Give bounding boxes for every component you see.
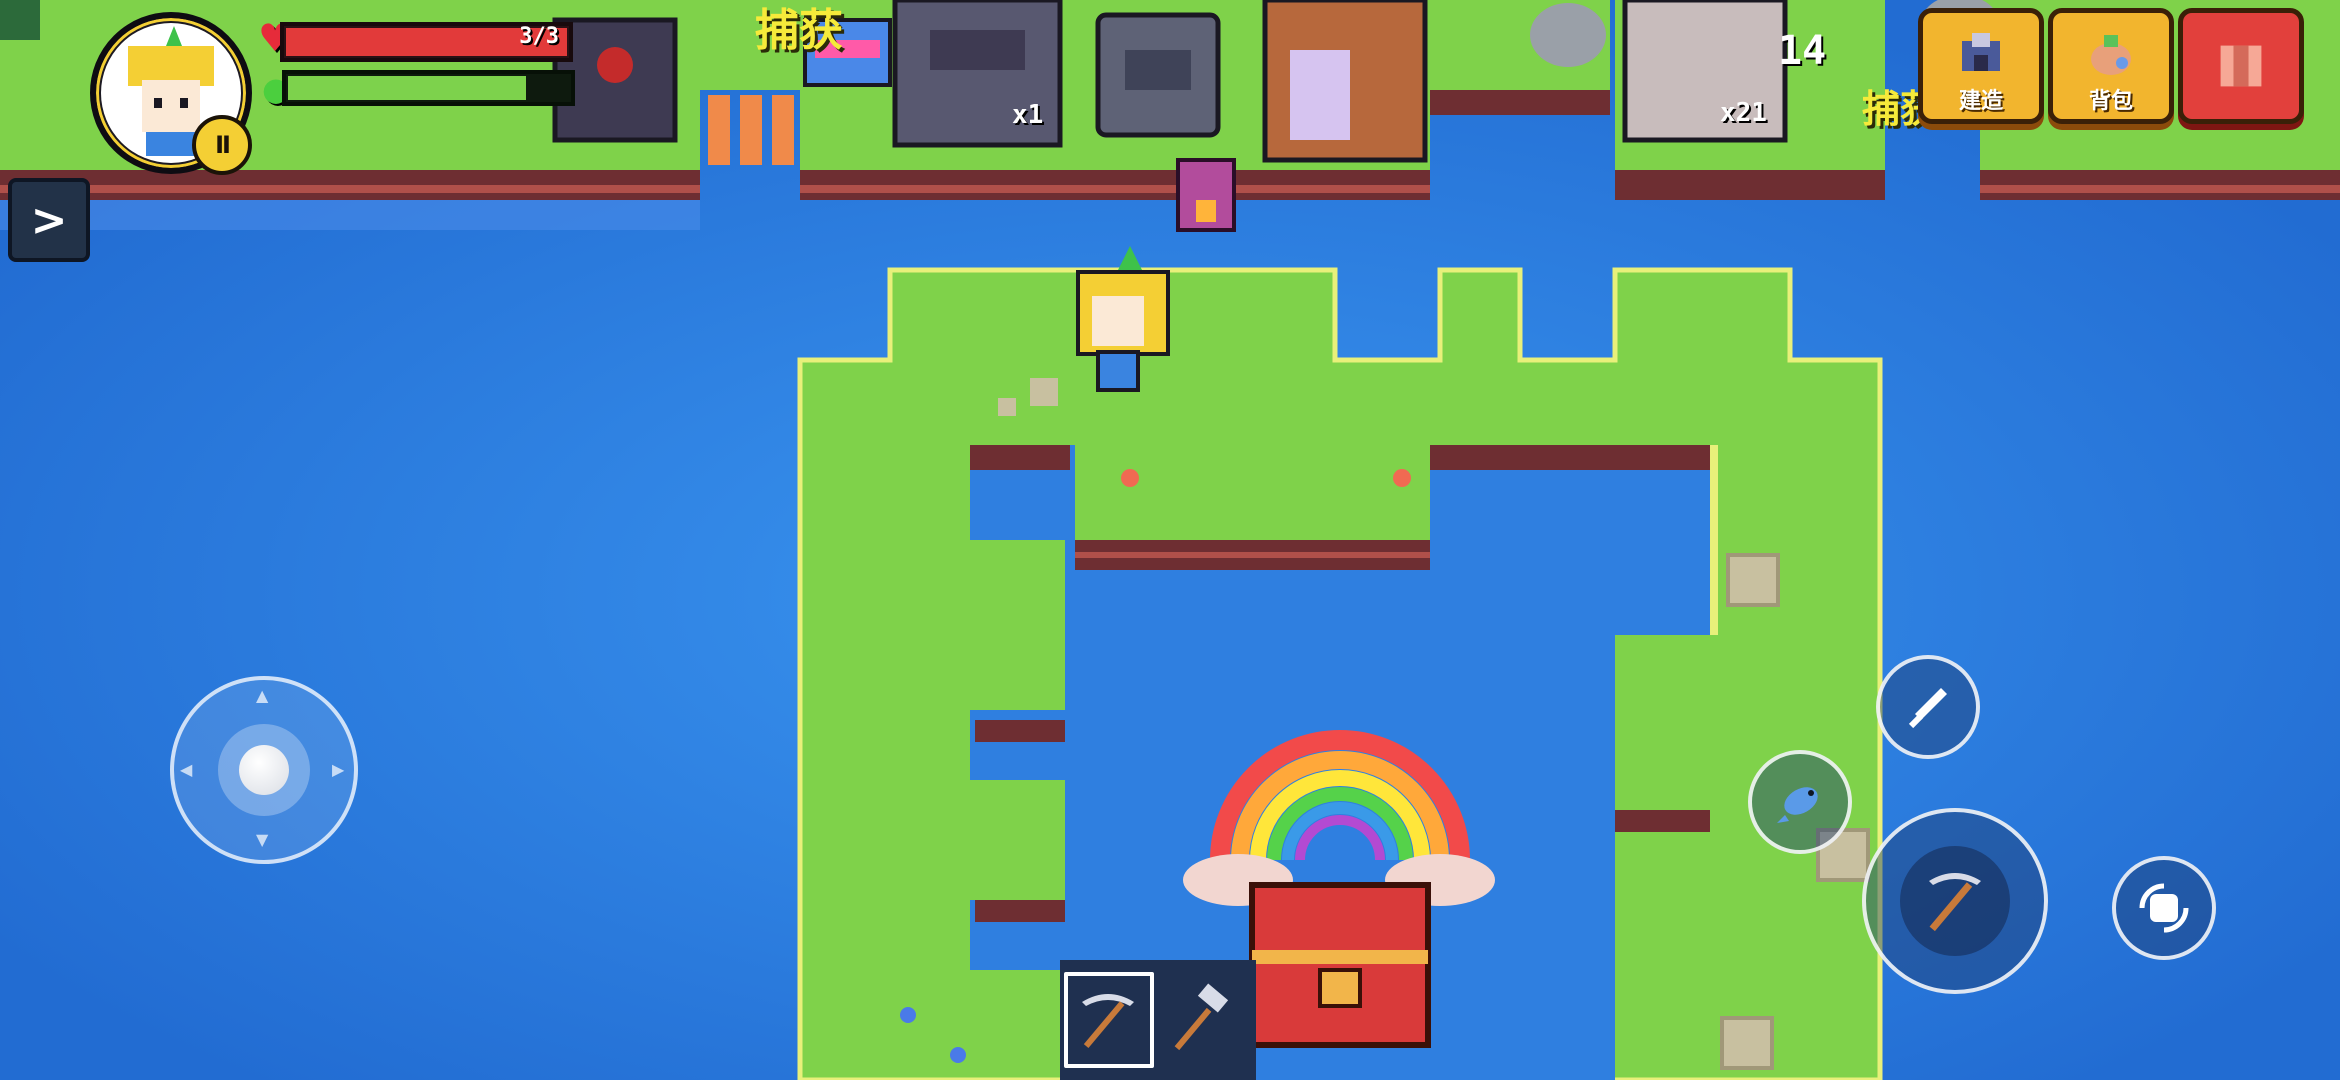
treasure-chest xyxy=(1249,882,1431,1048)
use-tool-button[interactable] xyxy=(1862,808,2048,994)
joystick-down-arrow-icon: ▼ xyxy=(256,830,269,849)
bridge xyxy=(708,95,794,165)
energy-bar xyxy=(282,70,575,106)
build-icon xyxy=(1962,33,2000,71)
sword-icon xyxy=(1908,688,1947,729)
hotbar-slot-hammer[interactable] xyxy=(1160,972,1250,1068)
build-button[interactable]: 建造 xyxy=(1918,8,2044,124)
scroll-map-icon xyxy=(2220,45,2262,87)
roll-icon xyxy=(2139,883,2189,933)
hammer-icon xyxy=(1174,983,1229,1051)
attack-button[interactable] xyxy=(1876,655,1980,759)
roll-button[interactable] xyxy=(2112,856,2216,960)
small-tree xyxy=(0,0,40,40)
pickaxe-icon xyxy=(1082,994,1134,1048)
hotbar xyxy=(1060,960,1256,1080)
fish-icon xyxy=(1777,787,1818,823)
loom xyxy=(1262,0,1428,163)
stone-rock xyxy=(1530,3,1606,67)
lantern xyxy=(1176,158,1236,232)
bag-label: 背包 xyxy=(2088,89,2133,114)
item-count-left: x1 xyxy=(1012,100,1044,130)
item-count-right: x21 xyxy=(1720,98,1767,128)
joystick-right-arrow-icon: ▶ xyxy=(332,760,345,779)
pickaxe-icon xyxy=(1929,873,1981,932)
bag-button[interactable]: 背包 xyxy=(2048,8,2174,124)
health-text: 3/3 xyxy=(519,24,559,49)
fishing-button[interactable] xyxy=(1748,750,1852,854)
energy-fill xyxy=(288,76,527,100)
map-button[interactable] xyxy=(2178,8,2304,124)
use-tool-inner xyxy=(1900,846,2010,956)
bag-icon xyxy=(2091,35,2131,75)
joystick-left-arrow-icon: ◀ xyxy=(180,760,193,779)
anvil-station xyxy=(1095,12,1221,138)
joystick-up-arrow-icon: ▲ xyxy=(256,686,269,705)
item-count-top: 14 xyxy=(1778,28,1827,74)
health-bar: 3/3 xyxy=(280,22,573,62)
hotbar-slot-pickaxe[interactable] xyxy=(1064,972,1154,1068)
pause-button[interactable]: II xyxy=(192,115,252,175)
capture-label: 捕获 xyxy=(755,5,843,56)
joystick-knob[interactable] xyxy=(218,724,310,816)
side-panel-toggle[interactable]: > xyxy=(8,178,90,262)
build-label: 建造 xyxy=(1958,89,2003,114)
movement-joystick[interactable]: ▲ ▼ ◀ ▶ xyxy=(170,676,358,864)
